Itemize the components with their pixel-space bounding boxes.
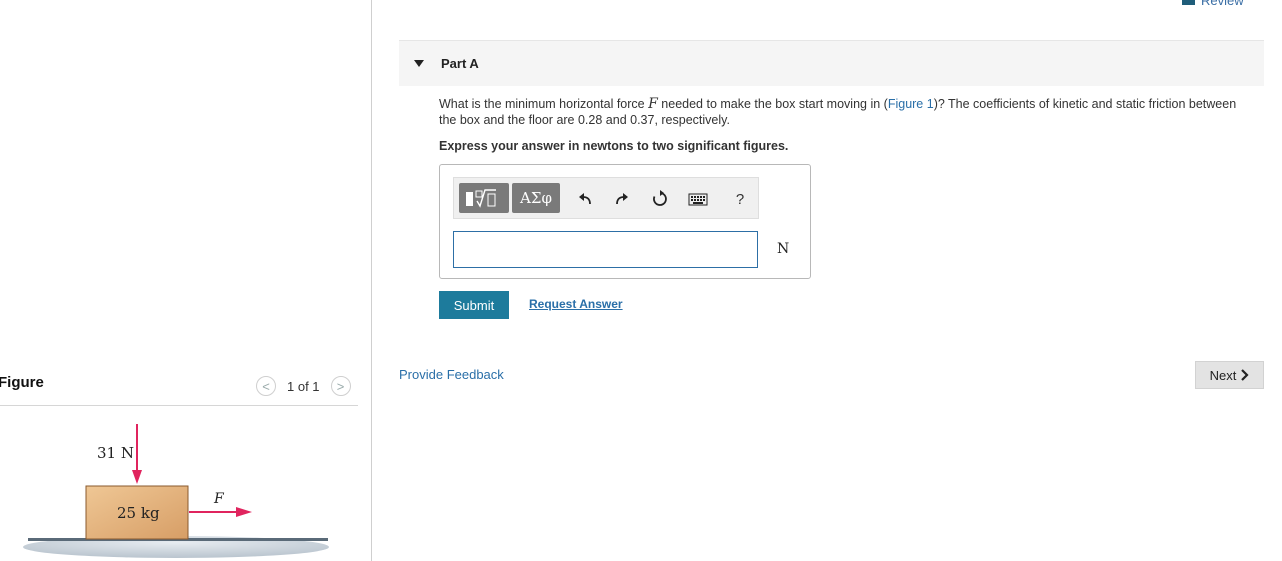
chevron-right-icon: > bbox=[336, 378, 345, 394]
review-label: Review bbox=[1201, 0, 1244, 8]
undo-icon bbox=[579, 193, 591, 205]
figure-title: Figure bbox=[0, 374, 44, 391]
keyboard-icon bbox=[688, 193, 708, 206]
provide-feedback-link[interactable]: Provide Feedback bbox=[399, 367, 504, 382]
panel-divider bbox=[371, 0, 372, 561]
applied-force-label: F bbox=[213, 491, 225, 507]
chevron-right-icon bbox=[1241, 369, 1249, 381]
redo-button[interactable] bbox=[611, 188, 633, 210]
help-button[interactable]: ? bbox=[729, 188, 751, 210]
answer-instructions: Express your answer in newtons to two si… bbox=[439, 139, 789, 153]
redo-icon bbox=[616, 193, 628, 205]
next-label: Next bbox=[1209, 367, 1237, 383]
question-text-before: What is the minimum horizontal force bbox=[439, 97, 649, 111]
next-button[interactable]: Next bbox=[1195, 361, 1264, 389]
keyboard-button[interactable] bbox=[687, 188, 709, 210]
templates-button[interactable] bbox=[459, 183, 509, 213]
down-arrow-head bbox=[132, 470, 142, 484]
chevron-left-icon: < bbox=[262, 378, 270, 394]
box-mass-label: 25 kg bbox=[117, 504, 160, 522]
figure-image: 31 N 25 kg F bbox=[23, 424, 329, 558]
downward-force-label: 31 N bbox=[97, 444, 134, 462]
right-arrow-head bbox=[236, 507, 252, 517]
reset-button[interactable] bbox=[649, 188, 671, 210]
reset-icon bbox=[653, 190, 667, 206]
book-icon bbox=[1182, 0, 1195, 5]
question-text-middle: needed to make the box start moving in ( bbox=[657, 97, 888, 111]
question-variable: F bbox=[648, 96, 658, 112]
figure-link[interactable]: Figure 1 bbox=[888, 97, 934, 111]
figure-page-count: 1 of 1 bbox=[287, 378, 320, 394]
figure-prev-button[interactable]: < bbox=[256, 376, 276, 396]
review-link[interactable]: Review bbox=[1182, 0, 1244, 8]
submit-button[interactable]: Submit bbox=[439, 291, 509, 319]
answer-input[interactable] bbox=[453, 231, 758, 268]
undo-button[interactable] bbox=[574, 188, 596, 210]
math-toolbar: ΑΣφ ? bbox=[453, 177, 759, 219]
unit-label: N bbox=[777, 241, 790, 257]
figure-pager: < 1 of 1 > bbox=[256, 375, 351, 397]
answer-box: ΑΣφ ? N bbox=[439, 164, 811, 279]
question-text: What is the minimum horizontal force F n… bbox=[439, 96, 1239, 128]
part-header[interactable]: Part A bbox=[399, 40, 1264, 86]
request-answer-link[interactable]: Request Answer bbox=[529, 297, 623, 311]
figure-next-button[interactable]: > bbox=[330, 376, 351, 396]
part-title: Part A bbox=[441, 56, 479, 71]
caret-down-icon bbox=[414, 60, 424, 67]
templates-icon bbox=[466, 189, 496, 208]
greek-symbols-button[interactable]: ΑΣφ bbox=[512, 183, 560, 213]
